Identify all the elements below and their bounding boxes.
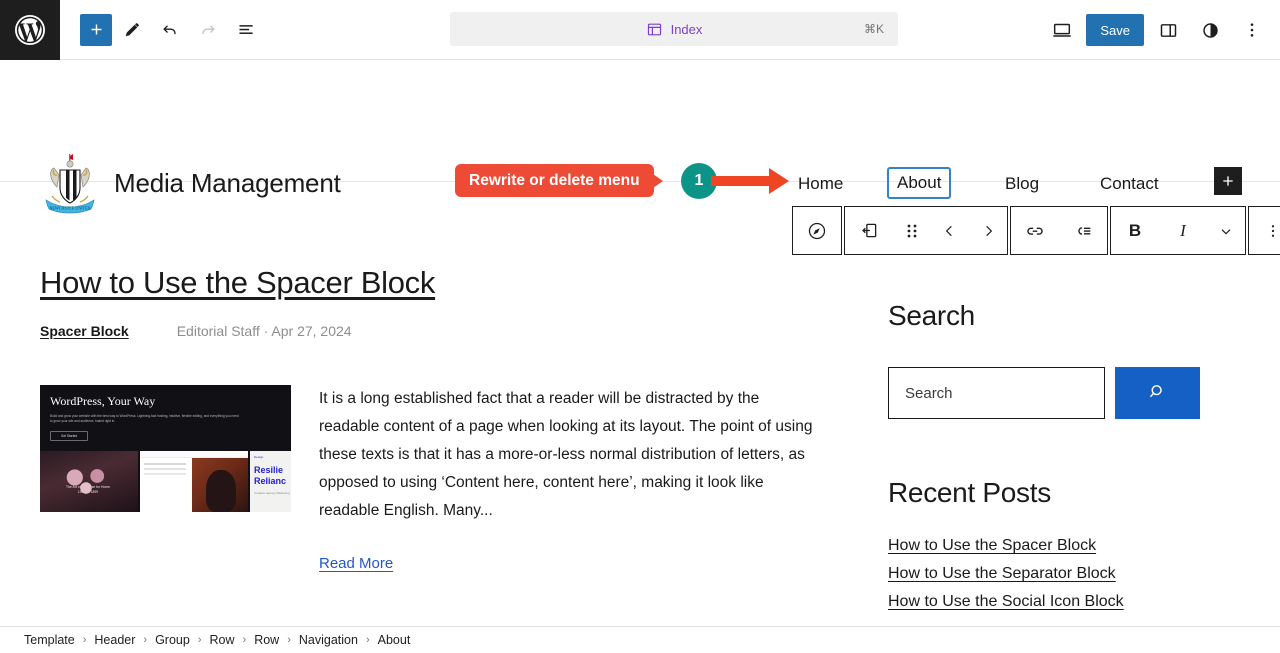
top-bar-actions: Save [1044,0,1270,60]
featured-hero-paragraph: Build and grow your website with the bes… [50,414,239,423]
post-meta: Spacer Block Editorial Staff · Apr 27, 2… [40,323,840,339]
block-options-kebab-icon[interactable] [1249,207,1280,254]
search-input[interactable] [888,367,1105,419]
breadcrumb-item-row[interactable]: Row [254,633,279,647]
breadcrumb-separator-icon: › [143,634,148,646]
kebab-menu-icon[interactable] [1234,12,1270,48]
breadcrumb-item-header[interactable]: Header [94,633,135,647]
block-breadcrumb: Template › Header › Group › Row › Row › … [0,626,1280,653]
search-submit-button[interactable] [1115,367,1200,419]
recent-posts-list: How to Use the Spacer Block How to Use t… [888,537,1200,611]
sidebar-widgets: Search Recent Posts How to Use the Space… [888,300,1200,611]
link-icon[interactable] [1011,207,1059,254]
site-branding[interactable]: NEWCASTLE UNITED Media Management [40,152,341,214]
breadcrumb-item-about[interactable]: About [378,633,411,647]
pane-portrait-bar [140,451,248,458]
pane-resilience-title: Resilie Relianc [254,465,287,486]
wordpress-site-editor: Index ⌘K Save NEWCASTLE UNITED Media Man… [0,0,1280,653]
save-button[interactable]: Save [1086,14,1144,46]
post-body: WordPress, Your Way Build and grow your … [40,385,840,525]
submenu-icon[interactable] [1059,207,1107,254]
pane-portrait-image [192,458,248,512]
redo-arrow-icon[interactable] [190,12,226,48]
breadcrumb-separator-icon: › [287,634,291,646]
breadcrumb-item-navigation[interactable]: Navigation [299,633,358,647]
search-magnifier-icon [1147,381,1168,405]
pane-resilience-sub: Creative agency Marketing [254,491,290,495]
pane-resilience-kicker: Design [254,455,264,459]
recent-posts-widget: Recent Posts How to Use the Spacer Block… [888,477,1200,611]
nav-item-blog[interactable]: Blog [995,168,1049,200]
command-shortcut-label: ⌘K [863,22,884,36]
add-nav-item-button[interactable] [1214,167,1242,195]
pane-roses-caption: The Art of the Rose for Home 1870 — 1899 [65,485,111,494]
list-view-icon[interactable] [228,12,264,48]
desktop-preview-icon[interactable] [1044,12,1080,48]
drag-handle-icon[interactable] [893,207,931,254]
recent-post-link[interactable]: How to Use the Social Icon Block [888,593,1200,611]
move-left-icon[interactable] [931,207,969,254]
post-preview: How to Use the Spacer Block Spacer Block… [40,265,840,573]
featured-hero-title: WordPress, Your Way [50,394,156,408]
post-category-link[interactable]: Spacer Block [40,323,129,339]
pane-portrait [140,451,248,512]
pencil-icon[interactable] [114,12,150,48]
breadcrumb-separator-icon: › [365,634,370,646]
bold-icon[interactable]: B [1111,207,1159,254]
document-title-chip[interactable]: Index ⌘K [450,12,898,46]
featured-thumbnail-panes: The Art of the Rose for Home 1870 — 1899… [40,451,291,512]
more-formatting-chevron-icon[interactable] [1207,207,1245,254]
contrast-styles-icon[interactable] [1192,12,1228,48]
pane-roses: The Art of the Rose for Home 1870 — 1899 [40,451,138,512]
recent-post-link[interactable]: How to Use the Spacer Block [888,537,1200,555]
move-right-icon[interactable] [969,207,1007,254]
nav-item-contact[interactable]: Contact [1090,168,1169,200]
document-title-label: Index [670,21,703,37]
breadcrumb-item-group[interactable]: Group [155,633,190,647]
italic-icon[interactable]: I [1159,207,1207,254]
read-more-link[interactable]: Read More [319,555,393,572]
undo-arrow-icon[interactable] [152,12,188,48]
toolbar-group-format: B I [1110,206,1246,255]
post-title-link[interactable]: How to Use the Spacer Block [40,265,840,301]
editor-canvas: NEWCASTLE UNITED Media Management Home A… [0,60,1280,653]
nav-item-home[interactable]: Home [788,168,853,200]
toolbar-group-link [1010,206,1108,255]
breadcrumb-separator-icon: › [82,634,87,646]
post-excerpt: It is a long established fact that a rea… [319,390,813,519]
breadcrumb-item-template[interactable]: Template [24,633,75,647]
block-type-navigation-icon[interactable] [793,207,841,254]
site-header-block: NEWCASTLE UNITED Media Management Home A… [0,60,1280,214]
recent-posts-title: Recent Posts [888,477,1051,508]
settings-sidebar-icon[interactable] [1150,12,1186,48]
top-bar-tools [80,12,264,48]
editor-top-bar: Index ⌘K Save [0,0,1280,60]
add-block-button[interactable] [80,13,112,46]
breadcrumb-item-row[interactable]: Row [210,633,235,647]
search-widget-title: Search [888,300,975,331]
pane-portrait-text-lines [144,463,186,465]
nav-item-about[interactable]: About [887,167,952,199]
breadcrumb-separator-icon: › [242,634,247,646]
featured-image[interactable]: WordPress, Your Way Build and grow your … [40,385,291,512]
block-toolbar: B I [792,206,1280,255]
toolbar-group-options [1248,206,1280,255]
search-widget [888,367,1200,419]
template-index-icon [646,21,663,38]
toolbar-group-parent [792,206,842,255]
featured-hero-button: Get Started [50,431,88,441]
newcastle-united-crest-icon: NEWCASTLE UNITED [45,154,95,214]
svg-text:NEWCASTLE UNITED: NEWCASTLE UNITED [49,205,90,210]
site-title: Media Management [114,167,341,198]
toolbar-group-block [844,206,1008,255]
wordpress-logo-icon[interactable] [0,0,60,60]
post-byline: Editorial Staff · Apr 27, 2024 [176,323,352,339]
breadcrumb-separator-icon: › [197,634,202,646]
pane-resilience: Design Resilie Relianc Creative agency M… [250,451,291,512]
recent-post-link[interactable]: How to Use the Separator Block [888,565,1200,583]
block-type-page-link-icon[interactable] [845,207,893,254]
